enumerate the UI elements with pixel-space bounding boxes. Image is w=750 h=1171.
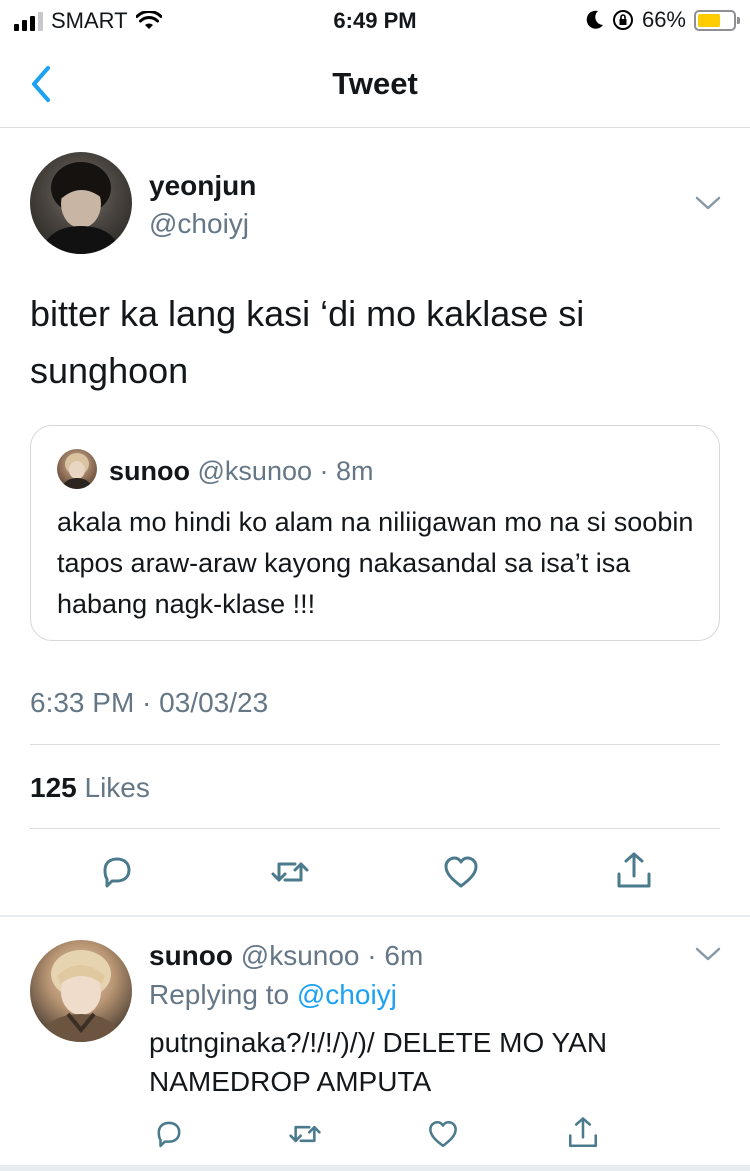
reply-avatar-image: [38, 950, 124, 1042]
quoted-avatar: [57, 449, 97, 489]
likes-count: 125: [30, 772, 77, 803]
replying-to-mention[interactable]: @choiyj: [297, 979, 397, 1010]
share-icon: [617, 852, 651, 888]
retweet-icon: [289, 1125, 321, 1143]
likes-stat[interactable]: 125 Likes: [30, 772, 150, 804]
moon-icon: [586, 10, 603, 29]
tweet-text: bitter ka lang kasi ‘di mo kaklase si su…: [30, 293, 585, 391]
retweet-button[interactable]: [269, 852, 311, 892]
quoted-header: sunoo @ksunoo · 8m: [109, 456, 374, 487]
reply-retweet-button[interactable]: [287, 1117, 323, 1151]
likes-label: Likes: [84, 772, 150, 803]
reply-text: putnginaka?/!/!/)/)/ DELETE MO YAN NAMED…: [149, 1027, 608, 1098]
retweet-icon: [271, 862, 309, 882]
page-title: Tweet: [332, 66, 418, 101]
reply-time: · 6m: [367, 940, 424, 971]
reply-icon: [157, 1121, 181, 1148]
status-right: 66%: [586, 7, 740, 33]
like-button[interactable]: [441, 853, 481, 891]
reply-header: sunoo @ksunoo · 6m: [149, 940, 423, 972]
author-handle[interactable]: @choiyj: [149, 208, 249, 240]
reply-share-button[interactable]: [566, 1115, 600, 1151]
quoted-tweet[interactable]: sunoo @ksunoo · 8m akala mo hindi ko ala…: [30, 425, 720, 641]
tweet-timestamp: 6:33 PM · 03/03/23: [30, 687, 269, 718]
nav-bar: Tweet: [0, 40, 750, 128]
bottom-divider: [0, 1165, 750, 1171]
share-icon: [568, 1117, 598, 1148]
share-button[interactable]: [614, 850, 654, 892]
reply-options-button[interactable]: [693, 944, 723, 964]
battery-fill: [698, 13, 721, 27]
reply-button[interactable]: [97, 852, 137, 892]
replying-to: Replying to @choiyj: [149, 979, 397, 1011]
quoted-time: · 8m: [319, 456, 374, 486]
reply-like-button[interactable]: [426, 1118, 460, 1150]
battery-percent: 66%: [641, 7, 686, 32]
battery-icon: [694, 9, 740, 31]
chevron-down-icon: [695, 947, 721, 961]
quoted-name: sunoo: [109, 456, 190, 486]
status-bar: SMART 6:49 PM 66%: [0, 0, 750, 40]
divider: [30, 744, 720, 745]
reply-reply-button[interactable]: [152, 1117, 186, 1151]
reply-handle[interactable]: @ksunoo: [241, 940, 360, 971]
author-avatar[interactable]: [30, 152, 132, 254]
author-name[interactable]: yeonjun: [149, 170, 256, 202]
reply-name[interactable]: sunoo: [149, 940, 233, 971]
replying-to-label: Replying to: [149, 979, 290, 1010]
author-avatar-image: [40, 162, 122, 254]
quoted-handle: @ksunoo: [197, 456, 312, 486]
heart-icon: [429, 1120, 457, 1148]
chevron-down-icon: [695, 196, 721, 210]
heart-icon: [444, 856, 478, 888]
quoted-text: akala mo hindi ko alam na niliigawan mo …: [57, 507, 694, 620]
divider: [30, 828, 720, 829]
reply-avatar[interactable]: [30, 940, 132, 1042]
reply-icon: [103, 857, 131, 888]
orientation-lock-icon: [612, 10, 633, 30]
tweet-options-button[interactable]: [693, 193, 723, 213]
quoted-avatar-image: [61, 453, 93, 489]
section-divider: [0, 915, 750, 917]
